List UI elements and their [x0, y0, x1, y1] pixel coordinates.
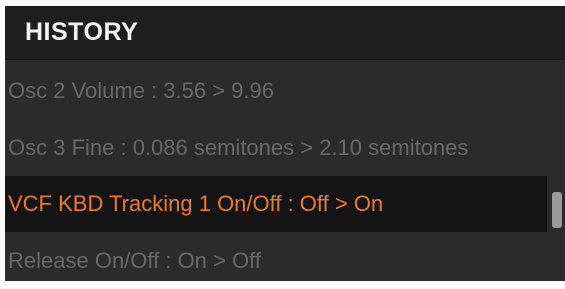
- history-list: Osc 2 Volume : 3.56 > 9.96 Osc 3 Fine : …: [5, 60, 565, 289]
- history-item[interactable]: Osc 2 Volume : 3.56 > 9.96: [5, 63, 547, 119]
- history-item[interactable]: Osc 3 Fine : 0.086 semitones > 2.10 semi…: [5, 120, 547, 176]
- history-title: HISTORY: [25, 18, 139, 46]
- history-header: HISTORY: [5, 6, 565, 60]
- history-item-selected[interactable]: VCF KBD Tracking 1 On/Off : Off > On: [5, 176, 547, 232]
- bottom-edge: [0, 281, 565, 289]
- history-panel: HISTORY Osc 2 Volume : 3.56 > 9.96 Osc 3…: [5, 6, 565, 289]
- scrollbar-thumb[interactable]: [552, 192, 562, 228]
